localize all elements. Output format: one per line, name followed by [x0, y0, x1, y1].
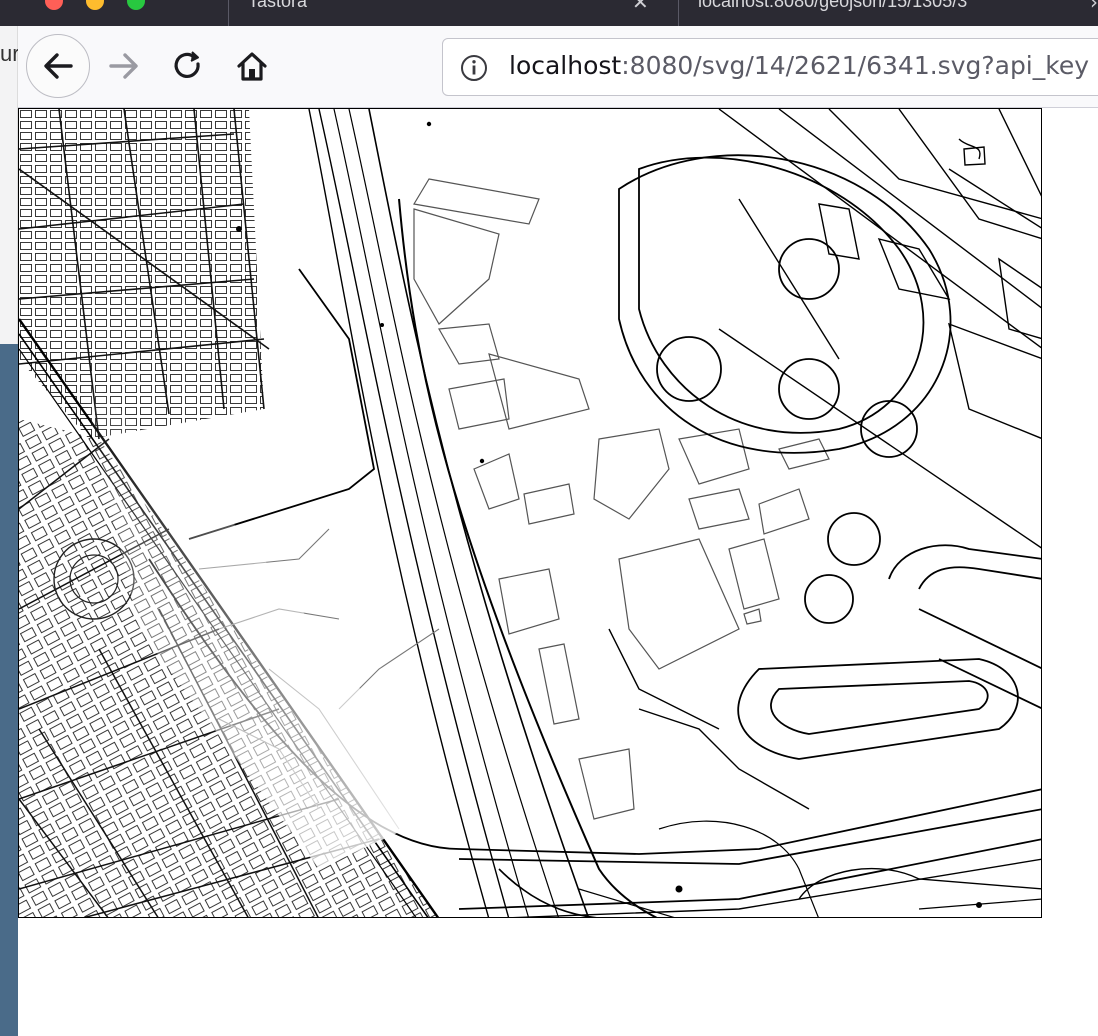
tab-title: Tastora	[248, 0, 308, 11]
sidebar-peek-text: ur	[0, 41, 20, 66]
back-button[interactable]	[26, 34, 90, 98]
interchange-ramps	[608, 109, 1041, 810]
sidebar-edge: ur	[0, 26, 20, 1036]
tab-title: localhost:8080/geojson/15/1305/3	[698, 0, 968, 11]
tab-strip: Tastora ✕ localhost:8080/geojson/15/1305…	[0, 0, 1098, 26]
residential-blocks-north	[19, 109, 270, 440]
window-minimize-button[interactable]	[86, 0, 104, 10]
window-close-button[interactable]	[45, 0, 63, 10]
point-markers	[236, 121, 485, 464]
forward-button[interactable]	[92, 34, 156, 98]
interchange-roads	[618, 154, 1041, 760]
map-vector-drawing	[19, 109, 1041, 917]
reload-button[interactable]	[156, 34, 220, 98]
window-zoom-button[interactable]	[127, 0, 145, 10]
url-host: localhost	[509, 51, 622, 80]
svg-map-tile[interactable]	[18, 108, 1042, 918]
page-viewport	[18, 108, 1098, 1036]
south-freeway	[458, 820, 1041, 917]
url-path: :8080/svg/14/2621/6341.svg?api_key	[621, 51, 1090, 80]
navigation-toolbar: localhost:8080/svg/14/2621/6341.svg?api_…	[18, 26, 1098, 108]
reload-icon	[174, 51, 200, 79]
home-button[interactable]	[220, 34, 284, 98]
tab-separator	[228, 0, 229, 26]
address-bar[interactable]: localhost:8080/svg/14/2621/6341.svg?api_…	[442, 38, 1098, 96]
tab-separator	[678, 0, 679, 26]
arrow-right-icon	[109, 53, 138, 79]
tab-overflow-icon[interactable]: ›	[1090, 0, 1098, 14]
arrow-left-icon	[44, 53, 73, 79]
info-icon[interactable]	[459, 53, 489, 83]
home-icon	[237, 52, 267, 81]
tab-close-icon[interactable]: ✕	[632, 0, 649, 14]
campus-buildings	[413, 178, 830, 820]
sidebar-panel: ur	[0, 26, 20, 344]
url-text[interactable]: localhost:8080/svg/14/2621/6341.svg?api_…	[509, 51, 1089, 80]
